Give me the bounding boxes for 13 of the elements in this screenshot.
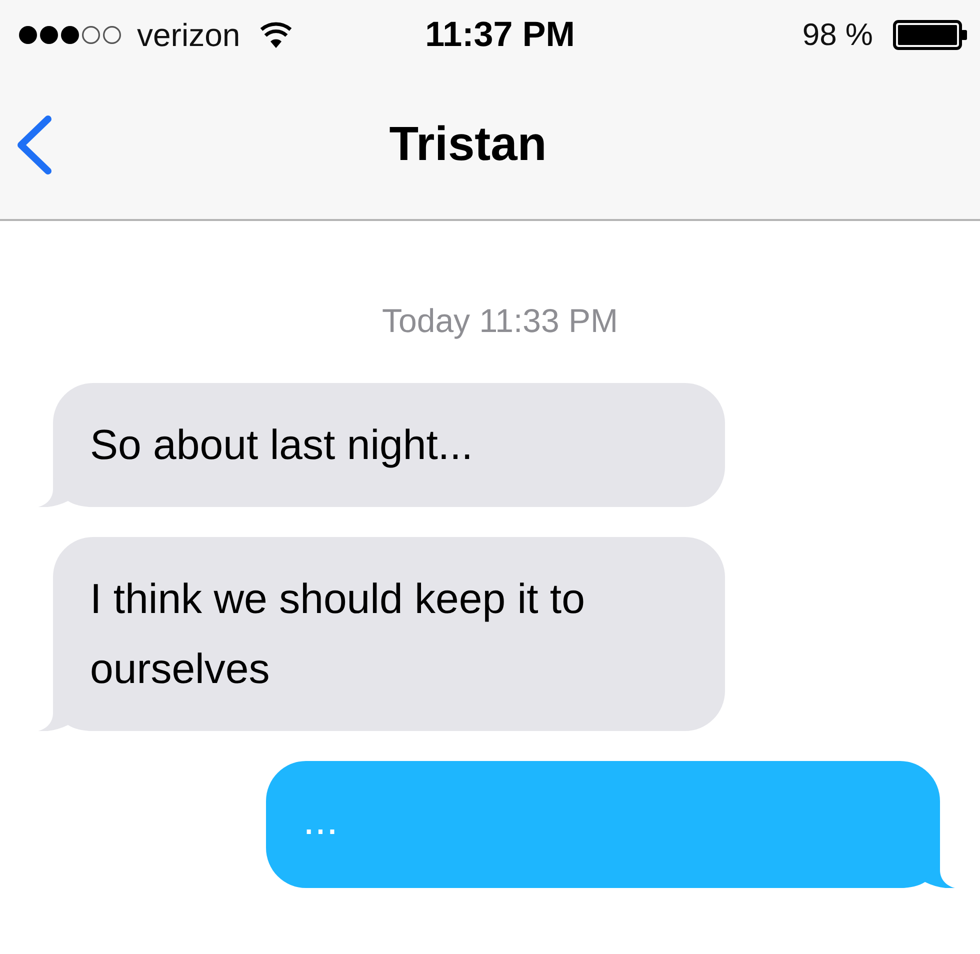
message-text: ...	[303, 795, 340, 845]
back-button[interactable]	[15, 114, 53, 176]
message-timestamp: Today 11:33 PM	[382, 301, 618, 341]
battery-percentage: 98 %	[802, 16, 873, 54]
status-time: 11:37 PM	[425, 15, 575, 55]
carrier-name: verizon	[137, 16, 240, 55]
message-text: So about last night...	[90, 420, 474, 470]
message-text: I think we should keep it to ourselves	[90, 574, 586, 694]
wifi-icon	[260, 22, 292, 48]
battery-icon	[893, 20, 967, 50]
conversation-title: Tristan	[389, 116, 547, 172]
back-icon	[15, 114, 53, 176]
signal-strength-icon	[18, 25, 122, 45]
